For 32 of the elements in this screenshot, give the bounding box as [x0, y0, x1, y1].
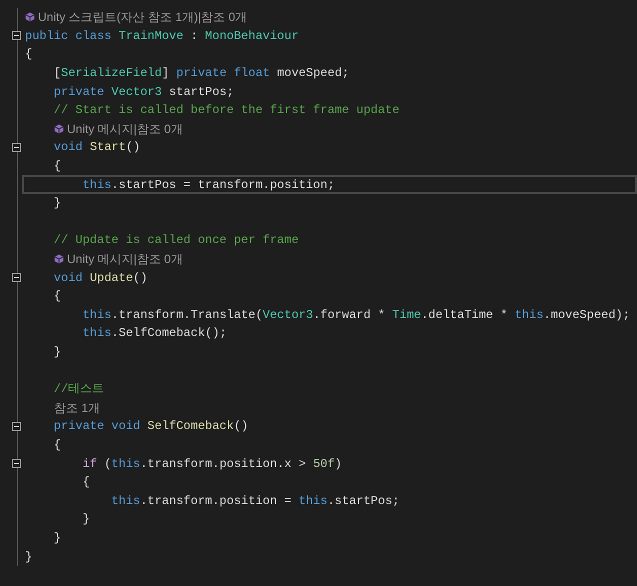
code-line: public class TrainMove : MonoBehaviour: [25, 28, 300, 45]
code-line: }: [25, 548, 34, 566]
code-line: void Start(): [52, 139, 142, 156]
code-line: }: [52, 344, 62, 361]
code-line: {: [25, 46, 34, 64]
code-line: void Update(): [52, 270, 148, 287]
code-line: }: [52, 195, 62, 212]
code-line: // Start is called before the first frame update: [52, 102, 400, 120]
code-lens[interactable]: 참조 1개: [54, 398, 100, 417]
code-line: {: [52, 158, 62, 176]
code-line: private Vector3 startPos;: [52, 84, 235, 101]
collapse-toggle[interactable]: [12, 31, 21, 40]
code-lens[interactable]: Unity 메시지|참조 0개: [67, 120, 183, 138]
collapse-toggle[interactable]: [12, 142, 21, 152]
code-line: this.SelfComeback();: [82, 325, 228, 342]
code-lens[interactable]: Unity 메시지|참조 0개: [67, 250, 183, 268]
code-line: // Update is called once per frame: [52, 232, 300, 250]
collapse-toggle[interactable]: [12, 273, 21, 282]
code-line: {: [52, 436, 62, 454]
collapse-toggle[interactable]: [12, 459, 21, 468]
code-line: }: [82, 511, 91, 528]
code-line: if (this.transform.position.x > 50f): [82, 456, 343, 473]
code-line: [SerializeField] private float moveSpeed;: [52, 65, 350, 82]
code-line: private void SelfComeback(): [52, 418, 250, 436]
code-line: this.transform.position = this.startPos;: [110, 492, 400, 510]
code-lens[interactable]: Unity 스크립트(자산 참조 1개)|참조 0개: [38, 8, 248, 26]
code-line: {: [82, 474, 91, 492]
code-line: this.transform.Translate(Vector3.forward * Time.deltaTime * this.moveSpeed);: [82, 306, 631, 324]
code-line: //테스트: [52, 381, 106, 398]
code-line: {: [52, 288, 62, 306]
collapse-toggle[interactable]: [12, 422, 21, 431]
code-line: }: [52, 530, 62, 547]
